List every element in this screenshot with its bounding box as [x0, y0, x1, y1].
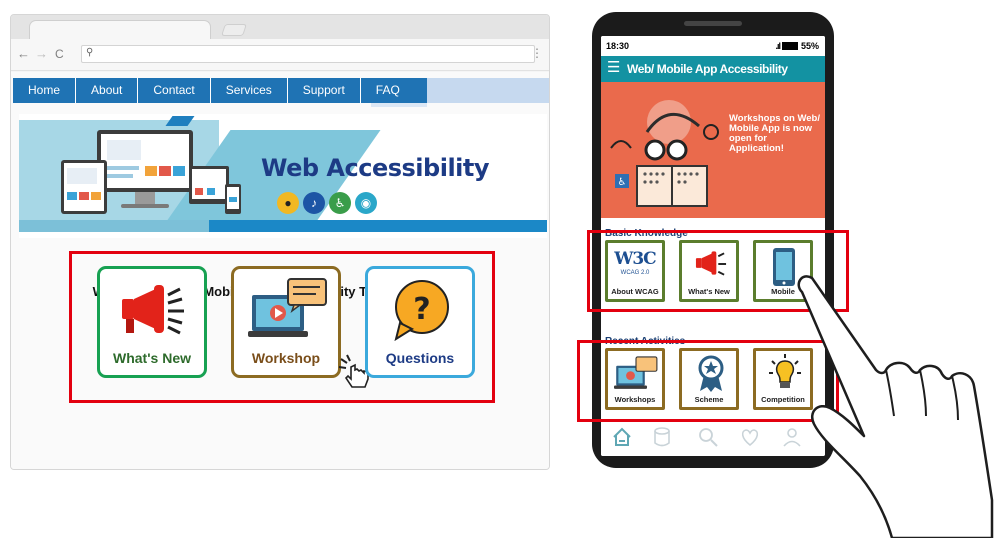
cognitive-icon: ◉ — [355, 192, 377, 214]
tab-strip — [11, 15, 549, 39]
devices-illustration — [61, 130, 241, 214]
nav-about[interactable]: About — [76, 78, 139, 103]
signal-icon: .ıl — [775, 41, 780, 51]
back-arrow-icon[interactable]: ← — [17, 45, 30, 63]
whats-new-card[interactable]: What's New — [97, 266, 207, 378]
megaphone-icon — [122, 285, 184, 335]
browser-window: ← → C ⚲ ⋮ Home About Contact Services Su… — [10, 14, 550, 470]
address-bar[interactable]: ⚲ — [81, 45, 535, 63]
status-time: 18:30 — [606, 41, 630, 51]
battery-percent: 55% — [800, 41, 819, 51]
svg-text:?: ? — [413, 292, 430, 327]
faq-highlight — [371, 103, 427, 107]
browser-tab[interactable] — [29, 20, 211, 39]
hearing-icon: ♪ — [303, 192, 325, 214]
battery-icon — [782, 42, 799, 50]
workshop-label: Workshop — [251, 350, 321, 366]
heart-icon[interactable] — [739, 426, 761, 448]
app-title: Web/ Mobile App Accessibility — [627, 62, 788, 76]
nav-contact[interactable]: Contact — [138, 78, 211, 103]
workshop-card[interactable]: Workshop — [231, 266, 341, 378]
promo-text: Workshops on Web/ Mobile App is now open… — [729, 113, 820, 154]
search-icon: ⚲ — [86, 47, 94, 58]
phone-speaker — [684, 21, 742, 26]
questions-label: Questions — [385, 350, 455, 366]
nav-faq[interactable]: FAQ — [361, 78, 415, 103]
whats-new-label: What's New — [112, 350, 191, 366]
browser-toolbar: ← → C ⚲ ⋮ — [11, 39, 549, 71]
pointing-hand-illustration — [797, 275, 994, 538]
top-navigation: Home About Contact Services Support FAQ — [13, 78, 549, 107]
status-bar: 18:30 .ıl 55% — [601, 36, 825, 56]
wheelchair-icon: ♿ — [329, 192, 351, 214]
questions-card[interactable]: ? Questions — [365, 266, 475, 378]
promo-banner[interactable]: ♿ Workshops on Web/ Mobile App is now op… — [601, 82, 825, 218]
reload-icon[interactable]: C — [55, 45, 64, 63]
eye-icon: ● — [277, 192, 299, 214]
search-icon[interactable] — [697, 426, 719, 448]
laptop-chat-icon — [248, 278, 327, 337]
new-tab-button[interactable] — [221, 24, 247, 36]
question-bubble-icon: ? — [394, 280, 449, 341]
forward-arrow-icon[interactable]: → — [35, 45, 48, 63]
nav-home[interactable]: Home — [13, 78, 77, 103]
nav-support[interactable]: Support — [288, 78, 361, 103]
workshop-illustration: ♿ — [610, 100, 719, 207]
status-battery: .ıl 55% — [775, 41, 819, 51]
menu-kebab-icon[interactable]: ⋮ — [531, 46, 543, 60]
app-bar: ☰ Web/ Mobile App Accessibility — [601, 56, 825, 82]
accessibility-icons: ● ♪ ♿ ◉ — [277, 192, 377, 214]
nav-services[interactable]: Services — [211, 78, 288, 103]
database-icon[interactable] — [651, 426, 673, 448]
hamburger-menu-icon[interactable]: ☰ — [607, 60, 620, 76]
banner-title: Web Accessibility — [261, 154, 490, 182]
hero-banner: Web Accessibility ● ♪ ♿ ◉ — [19, 114, 547, 238]
svg-text:♿: ♿ — [618, 177, 627, 188]
home-icon[interactable] — [611, 426, 633, 448]
